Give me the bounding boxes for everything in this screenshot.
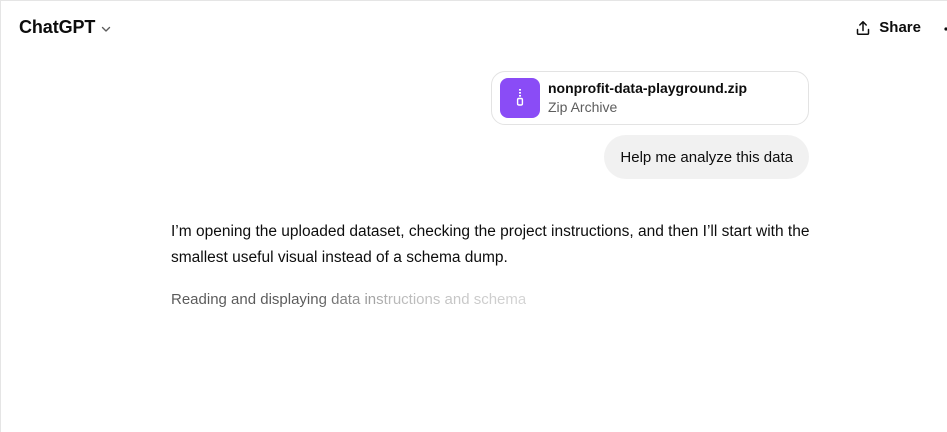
assistant-message-text: I’m opening the uploaded dataset, checki… xyxy=(171,223,810,266)
file-name: nonprofit-data-playground.zip xyxy=(548,80,748,96)
file-attachment-card[interactable]: nonprofit-data-playground.zip Zip Archiv… xyxy=(491,71,809,125)
top-bar: ChatGPT Share xyxy=(1,1,947,57)
file-info: nonprofit-data-playground.zip Zip Archiv… xyxy=(548,79,747,117)
chat-window: ChatGPT Share nonprofit-data-playground.… xyxy=(0,0,947,432)
chevron-down-icon xyxy=(102,26,111,32)
more-options-icon[interactable] xyxy=(939,19,947,37)
share-icon xyxy=(857,20,870,35)
user-message-bubble: Help me analyze this data xyxy=(604,135,809,179)
zip-file-icon xyxy=(500,78,540,118)
model-name: ChatGPT xyxy=(19,17,96,37)
user-message-text: Help me analyze this data xyxy=(620,148,793,166)
file-type: Zip Archive xyxy=(548,99,618,115)
assistant-message: I’m opening the uploaded dataset, checki… xyxy=(171,219,811,311)
share-button[interactable]: Share xyxy=(855,19,921,36)
share-label: Share xyxy=(879,19,921,36)
model-selector[interactable]: ChatGPT xyxy=(19,17,112,38)
zip-glyph-icon xyxy=(516,89,524,106)
thinking-status-text[interactable]: Reading and displaying data instructions… xyxy=(171,289,526,311)
